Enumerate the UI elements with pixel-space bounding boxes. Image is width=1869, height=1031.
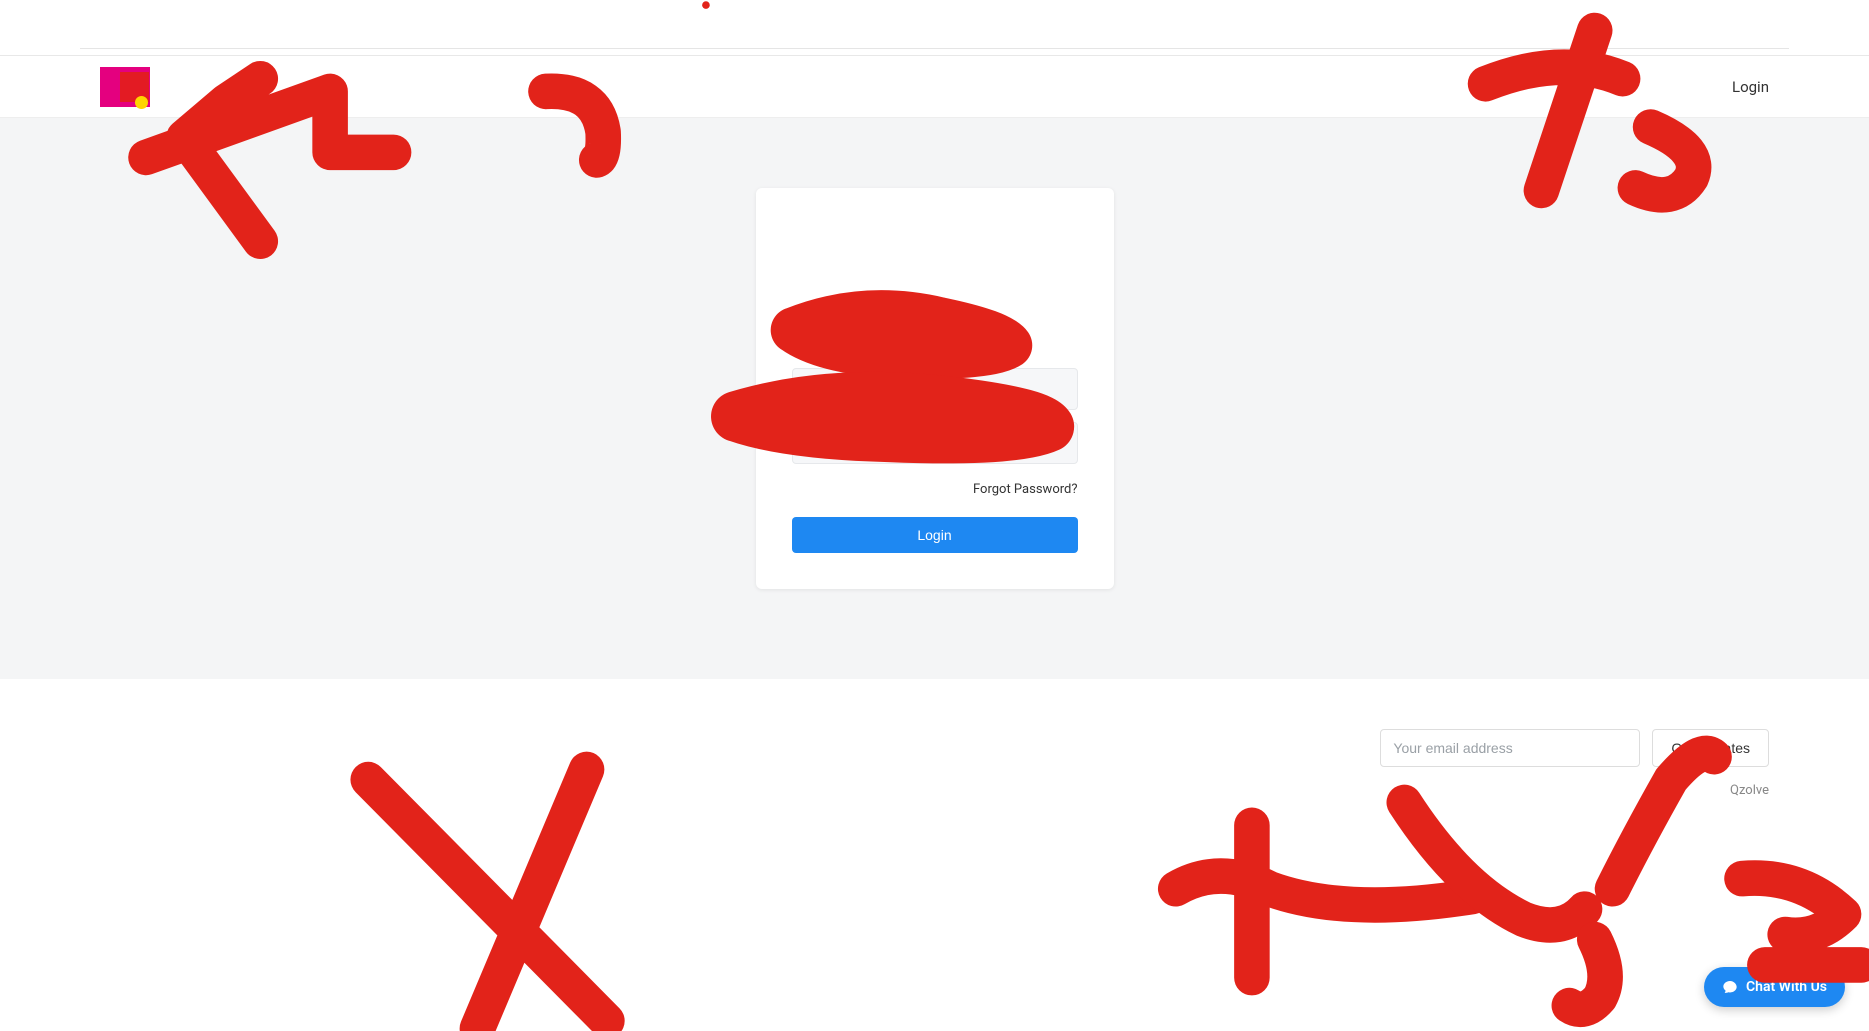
chat-icon: [1722, 979, 1738, 995]
footer-subscribe: Get Updates Qzolve: [1380, 729, 1769, 798]
footer: Get Updates Qzolve: [0, 679, 1869, 849]
email-field-wrapper[interactable]: [792, 368, 1078, 410]
main: Show Forgot Password? Login: [0, 118, 1869, 679]
nav-login-link[interactable]: Login: [1732, 78, 1769, 96]
login-card-header: [792, 220, 1078, 350]
forgot-password-link[interactable]: Forgot Password?: [973, 482, 1078, 497]
header: Login: [0, 56, 1869, 118]
logo-shape: [135, 96, 148, 109]
lock-icon: [805, 434, 823, 452]
login-button[interactable]: Login: [792, 517, 1078, 553]
chat-widget[interactable]: Chat With Us: [1704, 967, 1845, 1007]
chat-label: Chat With Us: [1746, 979, 1827, 995]
password-input[interactable]: [833, 423, 1023, 463]
password-field-wrapper[interactable]: Show: [792, 422, 1078, 464]
subscribe-row: Get Updates: [1380, 729, 1769, 767]
email-input[interactable]: [833, 369, 1065, 409]
get-updates-button[interactable]: Get Updates: [1652, 729, 1769, 767]
copyright: Qzolve: [1730, 783, 1769, 798]
subscribe-email-input[interactable]: [1380, 729, 1640, 767]
mail-icon: [805, 380, 823, 398]
login-card: Show Forgot Password? Login: [756, 188, 1114, 589]
forgot-row: Forgot Password?: [792, 478, 1078, 497]
show-password-toggle[interactable]: Show: [1032, 436, 1064, 451]
top-divider: [80, 48, 1789, 49]
logo[interactable]: [100, 62, 172, 112]
